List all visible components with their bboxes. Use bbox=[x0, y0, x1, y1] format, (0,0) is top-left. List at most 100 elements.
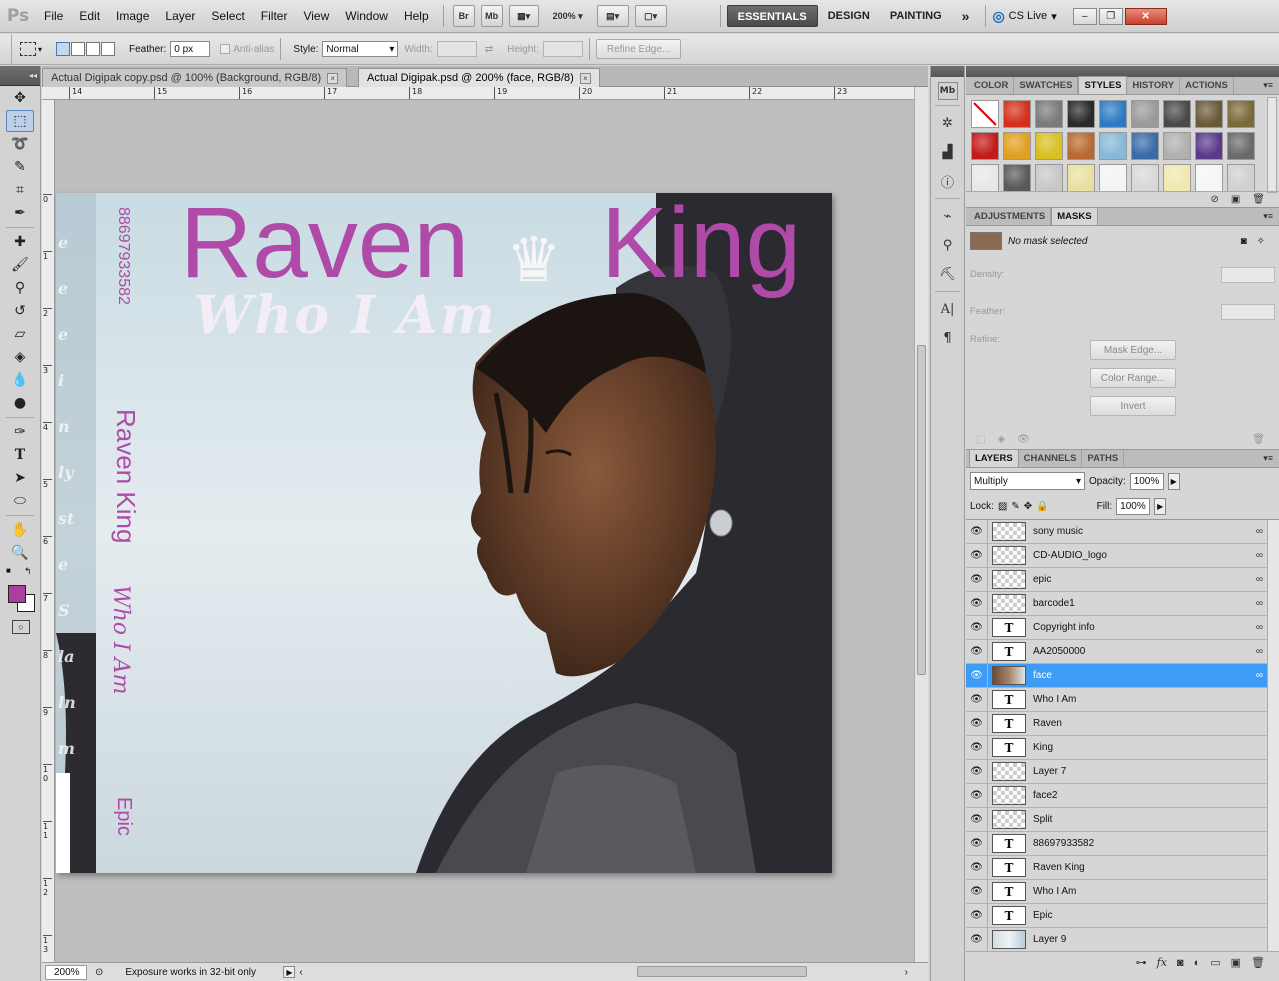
mini-bridge-panel-icon[interactable]: Mb bbox=[937, 82, 958, 100]
style-swatch[interactable] bbox=[1003, 100, 1031, 128]
tab-swatches[interactable]: SWATCHES bbox=[1014, 77, 1079, 94]
layer-row[interactable]: 👁 face2 bbox=[966, 783, 1279, 808]
lock-transparent-icon[interactable]: ▨ bbox=[998, 501, 1007, 512]
style-swatch[interactable] bbox=[1227, 100, 1255, 128]
refine-edge-button[interactable]: Refine Edge... bbox=[595, 39, 682, 59]
tab-digipak-copy[interactable]: Actual Digipak copy.psd @ 100% (Backgrou… bbox=[42, 68, 348, 87]
quick-mask-icon[interactable]: ○ bbox=[12, 620, 30, 634]
navigator-icon[interactable]: ✲ bbox=[935, 111, 961, 135]
blur-tool-icon[interactable]: 💧 bbox=[6, 369, 34, 391]
status-zoom-field[interactable]: 200% bbox=[45, 964, 87, 980]
panel-menu-icon[interactable]: ▾≡ bbox=[1263, 211, 1273, 222]
style-swatch[interactable] bbox=[1227, 164, 1255, 192]
style-swatch[interactable] bbox=[1003, 132, 1031, 160]
eyedropper-tool-icon[interactable]: ✒ bbox=[6, 202, 34, 224]
brush-presets-icon[interactable]: ⌁ bbox=[935, 204, 961, 228]
blend-mode-select[interactable]: Multiply ▾ bbox=[970, 472, 1085, 490]
new-layer-icon[interactable]: ▣ bbox=[1231, 956, 1241, 969]
lock-image-icon[interactable]: ✎ bbox=[1011, 501, 1019, 512]
new-group-icon[interactable]: ▭ bbox=[1210, 956, 1220, 969]
zoom-level-dropdown[interactable]: 200% ▾ bbox=[545, 5, 591, 27]
swap-icon[interactable]: ⇄ bbox=[485, 44, 493, 55]
style-swatch[interactable] bbox=[1131, 100, 1159, 128]
document-canvas[interactable]: Raven ♛ King Who I Am 88697933582 Raven … bbox=[56, 193, 832, 873]
horizontal-scroll-thumb[interactable] bbox=[637, 966, 807, 977]
visibility-eye-icon[interactable]: 👁 bbox=[966, 543, 988, 568]
minimize-button[interactable]: – bbox=[1072, 7, 1097, 25]
styles-scrollbar[interactable] bbox=[1267, 97, 1277, 193]
style-swatch[interactable] bbox=[971, 100, 999, 128]
horizontal-scrollbar[interactable] bbox=[347, 966, 907, 978]
paint-bucket-tool-icon[interactable]: ◈ bbox=[6, 346, 34, 368]
tool-presets-icon[interactable]: ⛏ bbox=[935, 262, 961, 286]
visibility-eye-icon[interactable]: 👁 bbox=[966, 520, 988, 544]
quick-selection-tool-icon[interactable]: ✎ bbox=[6, 156, 34, 178]
style-select[interactable]: Normal ▾ bbox=[322, 41, 399, 57]
layer-row[interactable]: 👁 barcode1 ∞ bbox=[966, 591, 1279, 616]
history-brush-tool-icon[interactable]: ↺ bbox=[6, 300, 34, 322]
mask-edge-button[interactable]: Mask Edge... bbox=[1090, 340, 1176, 360]
style-swatch[interactable] bbox=[1099, 132, 1127, 160]
tab-styles[interactable]: STYLES bbox=[1078, 76, 1128, 94]
layer-row[interactable]: 👁 T Who I Am bbox=[966, 879, 1279, 904]
bridge-button[interactable]: Br bbox=[452, 5, 475, 27]
style-swatch[interactable] bbox=[1099, 164, 1127, 192]
apply-mask-icon[interactable]: ◈ bbox=[997, 434, 1005, 445]
disable-mask-icon[interactable]: 👁 bbox=[1017, 434, 1030, 445]
new-selection-icon[interactable] bbox=[56, 42, 71, 56]
menu-window[interactable]: Window bbox=[337, 0, 396, 33]
style-swatch[interactable] bbox=[1035, 100, 1063, 128]
lasso-tool-icon[interactable]: ➰ bbox=[6, 133, 34, 155]
delete-style-icon[interactable]: 🗑 bbox=[1252, 194, 1265, 205]
style-swatch[interactable] bbox=[1131, 132, 1159, 160]
layer-row[interactable]: 👁 T Raven bbox=[966, 711, 1279, 736]
lock-position-icon[interactable]: ✥ bbox=[1024, 501, 1032, 512]
menu-help[interactable]: Help bbox=[396, 0, 437, 33]
layer-row[interactable]: 👁 face ∞ bbox=[966, 663, 1279, 688]
visibility-eye-icon[interactable]: 👁 bbox=[966, 711, 988, 736]
type-tool-icon[interactable]: T bbox=[6, 444, 34, 466]
layer-row[interactable]: 👁 T 88697933582 bbox=[966, 831, 1279, 856]
visibility-eye-icon[interactable]: 👁 bbox=[966, 903, 988, 928]
rectangular-marquee-tool-icon[interactable]: ⬚ bbox=[6, 110, 34, 132]
info-icon[interactable]: ⓘ bbox=[935, 169, 961, 193]
default-colors-icon[interactable]: ■ bbox=[6, 566, 11, 575]
close-tab-icon[interactable]: × bbox=[579, 72, 591, 84]
delete-mask-icon[interactable]: 🗑 bbox=[1252, 434, 1265, 445]
clone-source-icon[interactable]: ⚲ bbox=[935, 233, 961, 257]
vertical-scroll-thumb[interactable] bbox=[917, 345, 926, 675]
dodge-tool-icon[interactable]: ● bbox=[6, 392, 34, 414]
visibility-eye-icon[interactable]: 👁 bbox=[966, 879, 988, 904]
hand-tool-icon[interactable]: ✋ bbox=[6, 519, 34, 541]
clear-style-icon[interactable]: ⊘ bbox=[1210, 194, 1218, 205]
layer-row[interactable]: 👁 T King bbox=[966, 735, 1279, 760]
style-swatch[interactable] bbox=[1131, 164, 1159, 192]
opacity-slider-arrow[interactable]: ▶ bbox=[1167, 472, 1180, 490]
layer-row[interactable]: 👁 CD-AUDIO_logo ∞ bbox=[966, 543, 1279, 568]
tab-color[interactable]: COLOR bbox=[969, 77, 1015, 94]
style-swatch[interactable] bbox=[1163, 132, 1191, 160]
histogram-icon[interactable]: ▟ bbox=[935, 140, 961, 164]
visibility-eye-icon[interactable]: 👁 bbox=[966, 759, 988, 784]
close-button[interactable]: ✕ bbox=[1124, 7, 1167, 25]
zoom-tool-icon[interactable]: 🔍 bbox=[6, 542, 34, 564]
menu-filter[interactable]: Filter bbox=[253, 0, 296, 33]
layer-row[interactable]: 👁 T AA2050000 ∞ bbox=[966, 639, 1279, 664]
mini-bridge-button[interactable]: Mb bbox=[480, 5, 503, 27]
subtract-selection-icon[interactable] bbox=[86, 42, 101, 56]
arrange-documents-button[interactable]: ▤▾ bbox=[596, 5, 629, 27]
tab-masks[interactable]: MASKS bbox=[1051, 207, 1098, 225]
style-swatch[interactable] bbox=[1227, 132, 1255, 160]
more-workspaces-button[interactable]: » bbox=[952, 5, 980, 27]
tool-preset-picker[interactable]: ▾ bbox=[20, 42, 42, 56]
clone-stamp-tool-icon[interactable]: ⚲ bbox=[6, 277, 34, 299]
panel-menu-icon[interactable]: ▾≡ bbox=[1263, 80, 1273, 91]
visibility-eye-icon[interactable]: 👁 bbox=[966, 663, 988, 688]
visibility-eye-icon[interactable]: 👁 bbox=[966, 735, 988, 760]
visibility-eye-icon[interactable]: 👁 bbox=[966, 783, 988, 808]
pen-tool-icon[interactable]: ✑ bbox=[6, 421, 34, 443]
character-panel-icon[interactable]: A| bbox=[935, 297, 961, 321]
visibility-eye-icon[interactable]: 👁 bbox=[966, 831, 988, 856]
layer-row[interactable]: 👁 T Who I Am bbox=[966, 687, 1279, 712]
color-range-button[interactable]: Color Range... bbox=[1090, 368, 1176, 388]
